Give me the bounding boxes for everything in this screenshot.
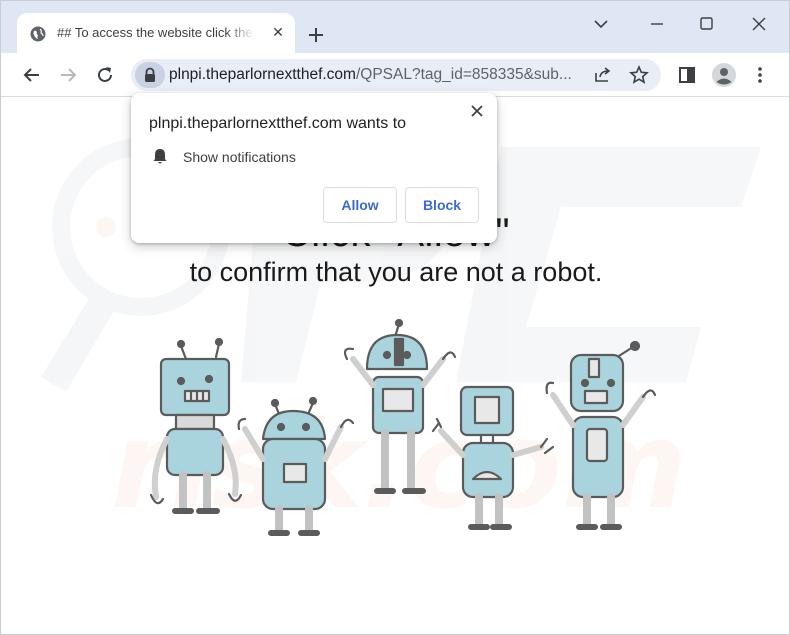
menu-icon[interactable] xyxy=(749,64,771,86)
browser-window: ## To access the website click the ✕ pln… xyxy=(0,0,790,635)
robots-illustration xyxy=(149,319,657,536)
address-bar[interactable]: plnpi.theparlornextthef.com/QPSAL?tag_id… xyxy=(131,59,661,91)
chevron-down-icon[interactable] xyxy=(589,13,613,35)
share-icon[interactable] xyxy=(593,65,613,85)
forward-icon[interactable] xyxy=(57,64,79,86)
url-path: /QPSAL?tag_id=858335&sub... xyxy=(355,66,572,83)
popup-title: plnpi.theparlornextthef.com wants to xyxy=(149,115,407,132)
robot-2 xyxy=(237,396,355,536)
reload-icon[interactable] xyxy=(94,64,116,86)
url-text: plnpi.theparlornextthef.com/QPSAL?tag_id… xyxy=(169,66,589,84)
bell-icon xyxy=(153,149,167,164)
star-icon[interactable] xyxy=(629,65,649,85)
toolbar: plnpi.theparlornextthef.com/QPSAL?tag_id… xyxy=(1,53,789,97)
site-info-chip[interactable] xyxy=(135,62,165,88)
lock-icon xyxy=(145,67,155,82)
close-icon[interactable] xyxy=(747,13,771,35)
permission-popup: plnpi.theparlornextthef.com wants to Sho… xyxy=(131,93,497,243)
tab-strip: ## To access the website click the ✕ xyxy=(1,1,789,53)
new-tab-icon[interactable] xyxy=(304,23,328,47)
profile-icon[interactable] xyxy=(711,62,737,88)
sidepanel-icon[interactable] xyxy=(676,64,698,86)
minimize-icon[interactable] xyxy=(645,13,669,35)
maximize-icon[interactable] xyxy=(694,13,718,35)
robot-4 xyxy=(431,385,555,530)
page-subheading: to confirm that you are not a robot. xyxy=(189,257,603,287)
tab-close-icon[interactable]: ✕ xyxy=(270,25,286,41)
tab-title: ## To access the website click the xyxy=(57,25,253,40)
active-tab[interactable]: ## To access the website click the ✕ xyxy=(17,13,295,53)
url-host: plnpi.theparlornextthef.com xyxy=(169,66,356,83)
robot-3 xyxy=(343,319,457,494)
back-icon[interactable] xyxy=(21,64,43,86)
globe-icon xyxy=(30,26,46,42)
allow-button[interactable]: Allow xyxy=(323,187,397,223)
robot-5 xyxy=(545,340,657,530)
permission-label: Show notifications xyxy=(183,149,296,165)
block-button[interactable]: Block xyxy=(405,187,479,223)
popup-close-icon[interactable] xyxy=(467,101,487,121)
robot-1 xyxy=(149,337,243,514)
